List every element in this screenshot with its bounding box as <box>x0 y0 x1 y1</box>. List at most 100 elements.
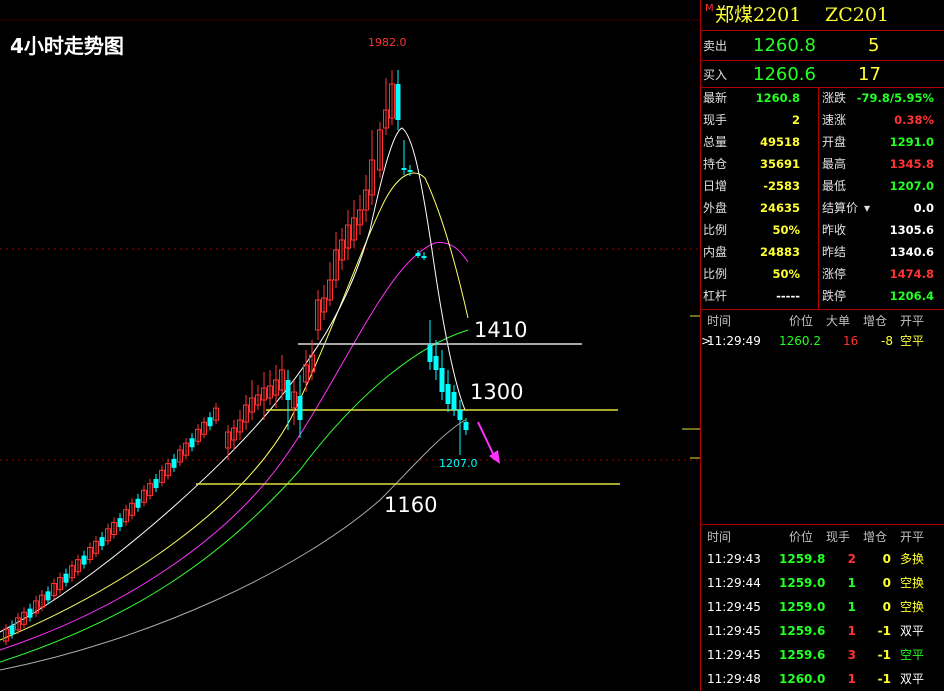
moving-average-ma2 <box>0 172 469 641</box>
tick-header-open: 开平 <box>900 314 925 328</box>
tick-row-add: -8 <box>881 334 893 348</box>
moving-average-ma1 <box>0 127 466 633</box>
tick-row-big: 16 <box>843 334 859 348</box>
trade-open-close: 空换 <box>900 576 925 590</box>
stat-left-value: -2583 <box>763 179 800 193</box>
trade-volume: 1 <box>847 624 856 638</box>
stat-left-label: 比例 <box>703 267 728 281</box>
stat-right-label: 开盘 <box>822 135 847 149</box>
candle-body <box>407 170 413 172</box>
stat-right-label: 最低 <box>822 179 847 193</box>
bid-price: 1260.6 <box>753 64 816 85</box>
tick-row-time: 11:29:49 <box>707 334 761 348</box>
trade-price: 1259.6 <box>779 624 826 638</box>
trade-header-price: 价位 <box>789 530 814 544</box>
stat-right-value: 1345.8 <box>889 157 934 171</box>
trade-add: -1 <box>877 648 891 662</box>
trend-arrow-line <box>477 421 496 459</box>
candle-body <box>189 438 195 448</box>
stat-left-value: 1260.8 <box>755 91 800 105</box>
candle-body <box>439 368 445 392</box>
trade-header-add: 增仓 <box>863 530 888 544</box>
trade-time: 11:29:45 <box>707 624 761 638</box>
trade-volume: 2 <box>847 552 856 566</box>
candle-body <box>81 555 87 565</box>
candle-body <box>427 345 433 362</box>
trade-time: 11:29:48 <box>707 672 761 686</box>
candle-body <box>421 256 427 258</box>
tick-header-price: 价位 <box>789 314 814 328</box>
candle-body <box>285 380 291 400</box>
tick-header-add: 增仓 <box>863 314 888 328</box>
trade-header-open: 开平 <box>900 530 925 544</box>
low-price-label: 1207.0 <box>439 457 478 470</box>
candle-body <box>463 422 469 430</box>
candle-body <box>27 608 33 618</box>
ask-label: 卖出 <box>703 39 728 53</box>
trade-add: 0 <box>882 576 891 590</box>
stat-right-value: 1474.8 <box>889 267 934 281</box>
stat-left-label: 持仓 <box>703 157 728 171</box>
stat-left-label: 最新 <box>703 91 728 105</box>
candle-body <box>207 417 213 427</box>
trade-add: -1 <box>877 624 891 638</box>
level-label-1160: 1160 <box>384 493 438 517</box>
stat-left-label: 总量 <box>703 135 728 149</box>
tick-header-time: 时间 <box>707 314 732 328</box>
trade-header-vol: 现手 <box>826 530 851 544</box>
stat-right-value: 1340.6 <box>889 245 934 259</box>
trade-open-close: 空换 <box>900 600 925 614</box>
stat-left-value: 49518 <box>759 135 800 149</box>
stat-right-label: 昨收 <box>822 223 847 237</box>
candle-body <box>297 396 303 420</box>
trade-volume: 1 <box>847 600 856 614</box>
candle-body <box>153 479 159 489</box>
trade-open-close: 空平 <box>900 648 925 662</box>
candle-body <box>451 392 457 410</box>
trade-open-close: 双平 <box>900 672 925 686</box>
candle-body <box>395 84 401 120</box>
stat-right-label: 涨停 <box>822 267 847 281</box>
ask-volume: 5 <box>868 35 880 56</box>
ask-price: 1260.8 <box>753 35 816 56</box>
trade-price: 1259.0 <box>779 600 826 614</box>
trade-add: 0 <box>882 600 891 614</box>
candle-body <box>99 537 105 547</box>
trade-price: 1259.6 <box>779 648 826 662</box>
chart-title: 4小时走势图 <box>10 34 124 58</box>
moving-average-ma5 <box>0 419 466 671</box>
chart-canvas[interactable] <box>0 0 700 691</box>
tick-header-big: 大单 <box>826 314 851 328</box>
stat-left-value: 2 <box>791 113 800 127</box>
settle-dropdown-icon[interactable]: ▾ <box>864 201 870 215</box>
candle-body <box>63 573 69 583</box>
contract-code: ZC201 <box>825 4 890 26</box>
stat-left-value: 35691 <box>759 157 800 171</box>
trade-time: 11:29:45 <box>707 600 761 614</box>
stat-left-label: 现手 <box>703 113 728 127</box>
candle-body <box>9 625 15 635</box>
trade-time: 11:29:44 <box>707 576 761 590</box>
stat-right-value: 0.0 <box>913 201 934 215</box>
candlestick-chart[interactable]: 4小时走势图 1982.0 1207.0 1410 1300 1160 <box>0 0 700 691</box>
stat-left-value: 50% <box>772 223 800 237</box>
stat-right-label: 昨结 <box>822 245 847 259</box>
candle-body <box>117 518 123 528</box>
high-price-label: 1982.0 <box>368 36 407 49</box>
candle-body <box>135 498 141 508</box>
trade-time: 11:29:43 <box>707 552 761 566</box>
trade-header-time: 时间 <box>707 530 732 544</box>
stat-left-value: 50% <box>772 267 800 281</box>
trade-add: 0 <box>882 552 891 566</box>
trade-volume: 3 <box>847 648 856 662</box>
candle-body <box>457 410 463 420</box>
tick-row-price: 1260.2 <box>779 334 821 348</box>
bid-label: 买入 <box>703 68 728 82</box>
trade-add: -1 <box>877 672 891 686</box>
stat-right-label: 速涨 <box>822 113 847 127</box>
trade-volume: 1 <box>847 672 856 686</box>
trade-price: 1260.0 <box>779 672 826 686</box>
trend-arrow-icon <box>489 450 500 464</box>
contract-marker: M <box>705 3 714 14</box>
trade-time: 11:29:45 <box>707 648 761 662</box>
